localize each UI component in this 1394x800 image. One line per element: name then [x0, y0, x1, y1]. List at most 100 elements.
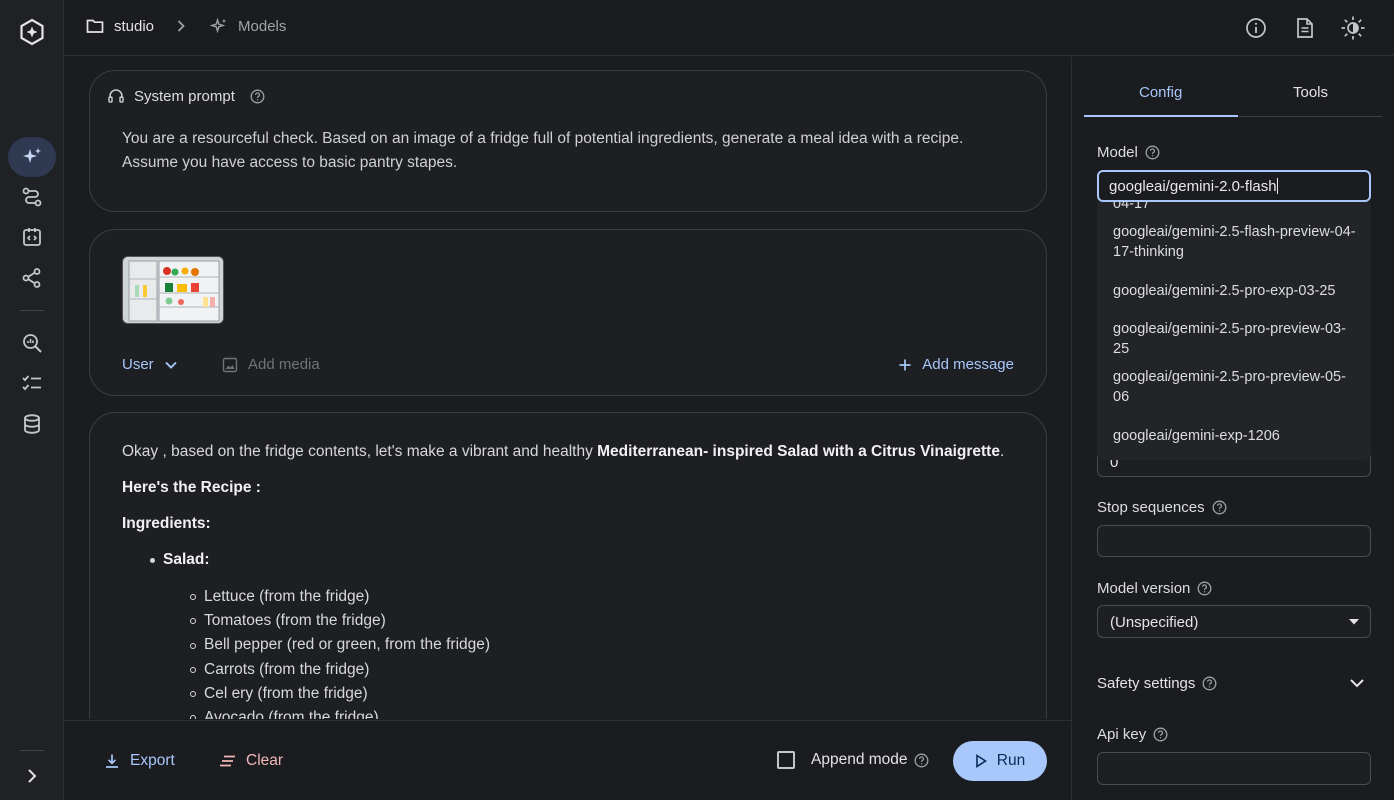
app-logo-icon[interactable] — [18, 18, 46, 46]
ingredients-heading: Ingredients: — [122, 513, 1006, 535]
add-media-label: Add media — [248, 356, 320, 373]
append-mode-label: Append mode — [811, 751, 908, 768]
graph-nav-icon[interactable] — [8, 258, 56, 298]
list-item: Carrots (from the fridge) — [190, 658, 1006, 682]
help-icon[interactable] — [1145, 145, 1160, 160]
salad-heading: Salad: — [163, 551, 210, 568]
download-icon — [104, 753, 120, 769]
list-item: Bell pepper (red or green, from the frid… — [190, 633, 1006, 657]
help-icon[interactable] — [1197, 581, 1212, 596]
model-version-label-text: Model version — [1097, 580, 1191, 597]
stop-sequences-label: Stop sequences — [1097, 499, 1227, 516]
safety-settings-label-text: Safety settings — [1097, 675, 1196, 692]
ingredient-text: Bell pepper (red or green, from the frid… — [204, 636, 491, 654]
role-selector[interactable]: User — [122, 356, 178, 373]
salad-list-item: Salad: — [150, 551, 1006, 569]
api-key-input[interactable] — [1097, 752, 1371, 785]
bullet-circle — [190, 715, 196, 719]
bullet-circle — [190, 618, 196, 625]
ingredient-text: Tomatoes (from the fridge) — [204, 612, 386, 630]
clear-label: Clear — [246, 752, 284, 769]
fridge-image-thumbnail[interactable] — [122, 256, 224, 324]
bullet-circle — [190, 690, 196, 697]
model-version-value: (Unspecified) — [1110, 614, 1199, 631]
help-icon[interactable] — [1202, 676, 1217, 691]
expand-rail-icon[interactable] — [8, 756, 56, 796]
sparkle-icon — [210, 17, 228, 35]
intro-suffix: . — [999, 443, 1005, 460]
safety-settings-header[interactable]: Safety settings — [1097, 675, 1217, 692]
docs-icon[interactable] — [1291, 14, 1319, 42]
ingredients-heading-text: Ingredients: — [122, 515, 211, 532]
model-label-text: Model — [1097, 144, 1138, 161]
model-version-select[interactable]: (Unspecified) — [1097, 605, 1371, 638]
api-key-label: Api key — [1097, 726, 1168, 743]
model-option[interactable]: googleai/gemini-2.5-pro-preview-03-25 — [1113, 319, 1358, 359]
ingredient-text: Lettuce (from the fridge) — [204, 588, 370, 605]
response-content: Okay , based on the fridge contents, let… — [122, 441, 1006, 719]
breadcrumb: studio Models — [86, 17, 286, 35]
model-option[interactable]: googleai/gemini-2.5-pro-exp-03-25 — [1113, 281, 1358, 301]
system-prompt-title: System prompt — [134, 87, 235, 105]
model-option[interactable]: googleai/gemini-2.5-pro-preview-05-06 — [1113, 367, 1358, 407]
rail-divider — [20, 310, 44, 311]
breadcrumb-root[interactable]: studio — [114, 18, 154, 35]
tab-config[interactable]: Config — [1139, 84, 1182, 101]
list-item: Avocado (from the fridge) — [190, 706, 1006, 719]
model-input[interactable]: googleai/gemini-2.0-flash — [1097, 170, 1371, 202]
ingredient-text: Cel ery (from the fridge) — [204, 684, 368, 702]
model-response-card: Okay , based on the fridge contents, let… — [89, 412, 1047, 719]
main-content: System prompt You are a resourceful chec… — [64, 57, 1071, 719]
append-mode-toggle[interactable]: Append mode — [777, 751, 929, 769]
clear-button[interactable]: Clear — [219, 752, 283, 770]
list-item: Cel ery (from the fridge) — [190, 682, 1006, 706]
ingredient-text: Avocado (from the fridge) — [204, 709, 379, 719]
evaluate-nav-icon[interactable] — [8, 363, 56, 403]
help-icon[interactable] — [1212, 500, 1227, 515]
folder-icon — [86, 18, 104, 34]
tab-tools[interactable]: Tools — [1293, 84, 1328, 101]
inspect-nav-icon[interactable] — [8, 323, 56, 363]
add-media-button[interactable]: Add media — [222, 356, 320, 373]
user-message-card: User Add media Add message — [89, 229, 1047, 396]
system-prompt-text[interactable]: You are a resourceful check. Based on an… — [122, 127, 1016, 175]
chevron-down-icon[interactable] — [1349, 678, 1365, 688]
append-mode-checkbox[interactable] — [777, 751, 795, 769]
response-intro: Okay , based on the fridge contents, let… — [122, 441, 1006, 463]
add-message-button[interactable]: Add message — [898, 356, 1014, 373]
list-item: Tomatoes (from the fridge) — [190, 609, 1006, 633]
breadcrumb-current: Models — [238, 17, 287, 35]
models-nav-icon[interactable] — [8, 137, 56, 177]
stop-sequences-input[interactable] — [1097, 525, 1371, 557]
model-version-label: Model version — [1097, 580, 1212, 597]
datasets-nav-icon[interactable] — [8, 404, 56, 444]
panel-tabs: Config Tools — [1084, 57, 1382, 117]
top-bar: studio Models — [64, 0, 1394, 56]
headset-icon — [107, 87, 125, 105]
add-message-label: Add message — [922, 356, 1014, 373]
prompts-nav-icon[interactable] — [8, 217, 56, 257]
help-icon[interactable] — [1153, 727, 1168, 742]
run-label: Run — [996, 752, 1026, 769]
role-label: User — [122, 356, 154, 373]
play-icon — [975, 754, 987, 768]
bullet-circle — [190, 642, 196, 649]
dish-name: Mediterranean- inspired Salad with a Cit… — [597, 443, 1000, 460]
ingredient-text: Carrots (from the fridge) — [204, 660, 370, 678]
flows-nav-icon[interactable] — [8, 177, 56, 217]
info-icon[interactable] — [1242, 14, 1270, 42]
model-option[interactable]: googleai/gemini-exp-1206 — [1113, 426, 1358, 446]
stop-sequences-label-text: Stop sequences — [1097, 499, 1205, 516]
model-option[interactable]: googleai/gemini-2.5-flash-preview-04-17-… — [1113, 222, 1358, 262]
list-item: Lettuce (from the fridge) — [190, 585, 1006, 609]
bullet-circle — [190, 594, 196, 601]
recipe-heading-text: Here's the Recipe : — [122, 479, 261, 496]
help-icon[interactable] — [250, 89, 265, 104]
theme-toggle-icon[interactable] — [1339, 14, 1367, 42]
system-prompt-card: System prompt You are a resourceful chec… — [89, 70, 1047, 212]
help-icon[interactable] — [914, 753, 929, 768]
model-option[interactable]: 04-17 — [1113, 202, 1358, 214]
run-button[interactable]: Run — [953, 741, 1047, 781]
bottom-action-bar: Export Clear Append mode Run — [64, 720, 1071, 800]
export-button[interactable]: Export — [104, 752, 175, 770]
